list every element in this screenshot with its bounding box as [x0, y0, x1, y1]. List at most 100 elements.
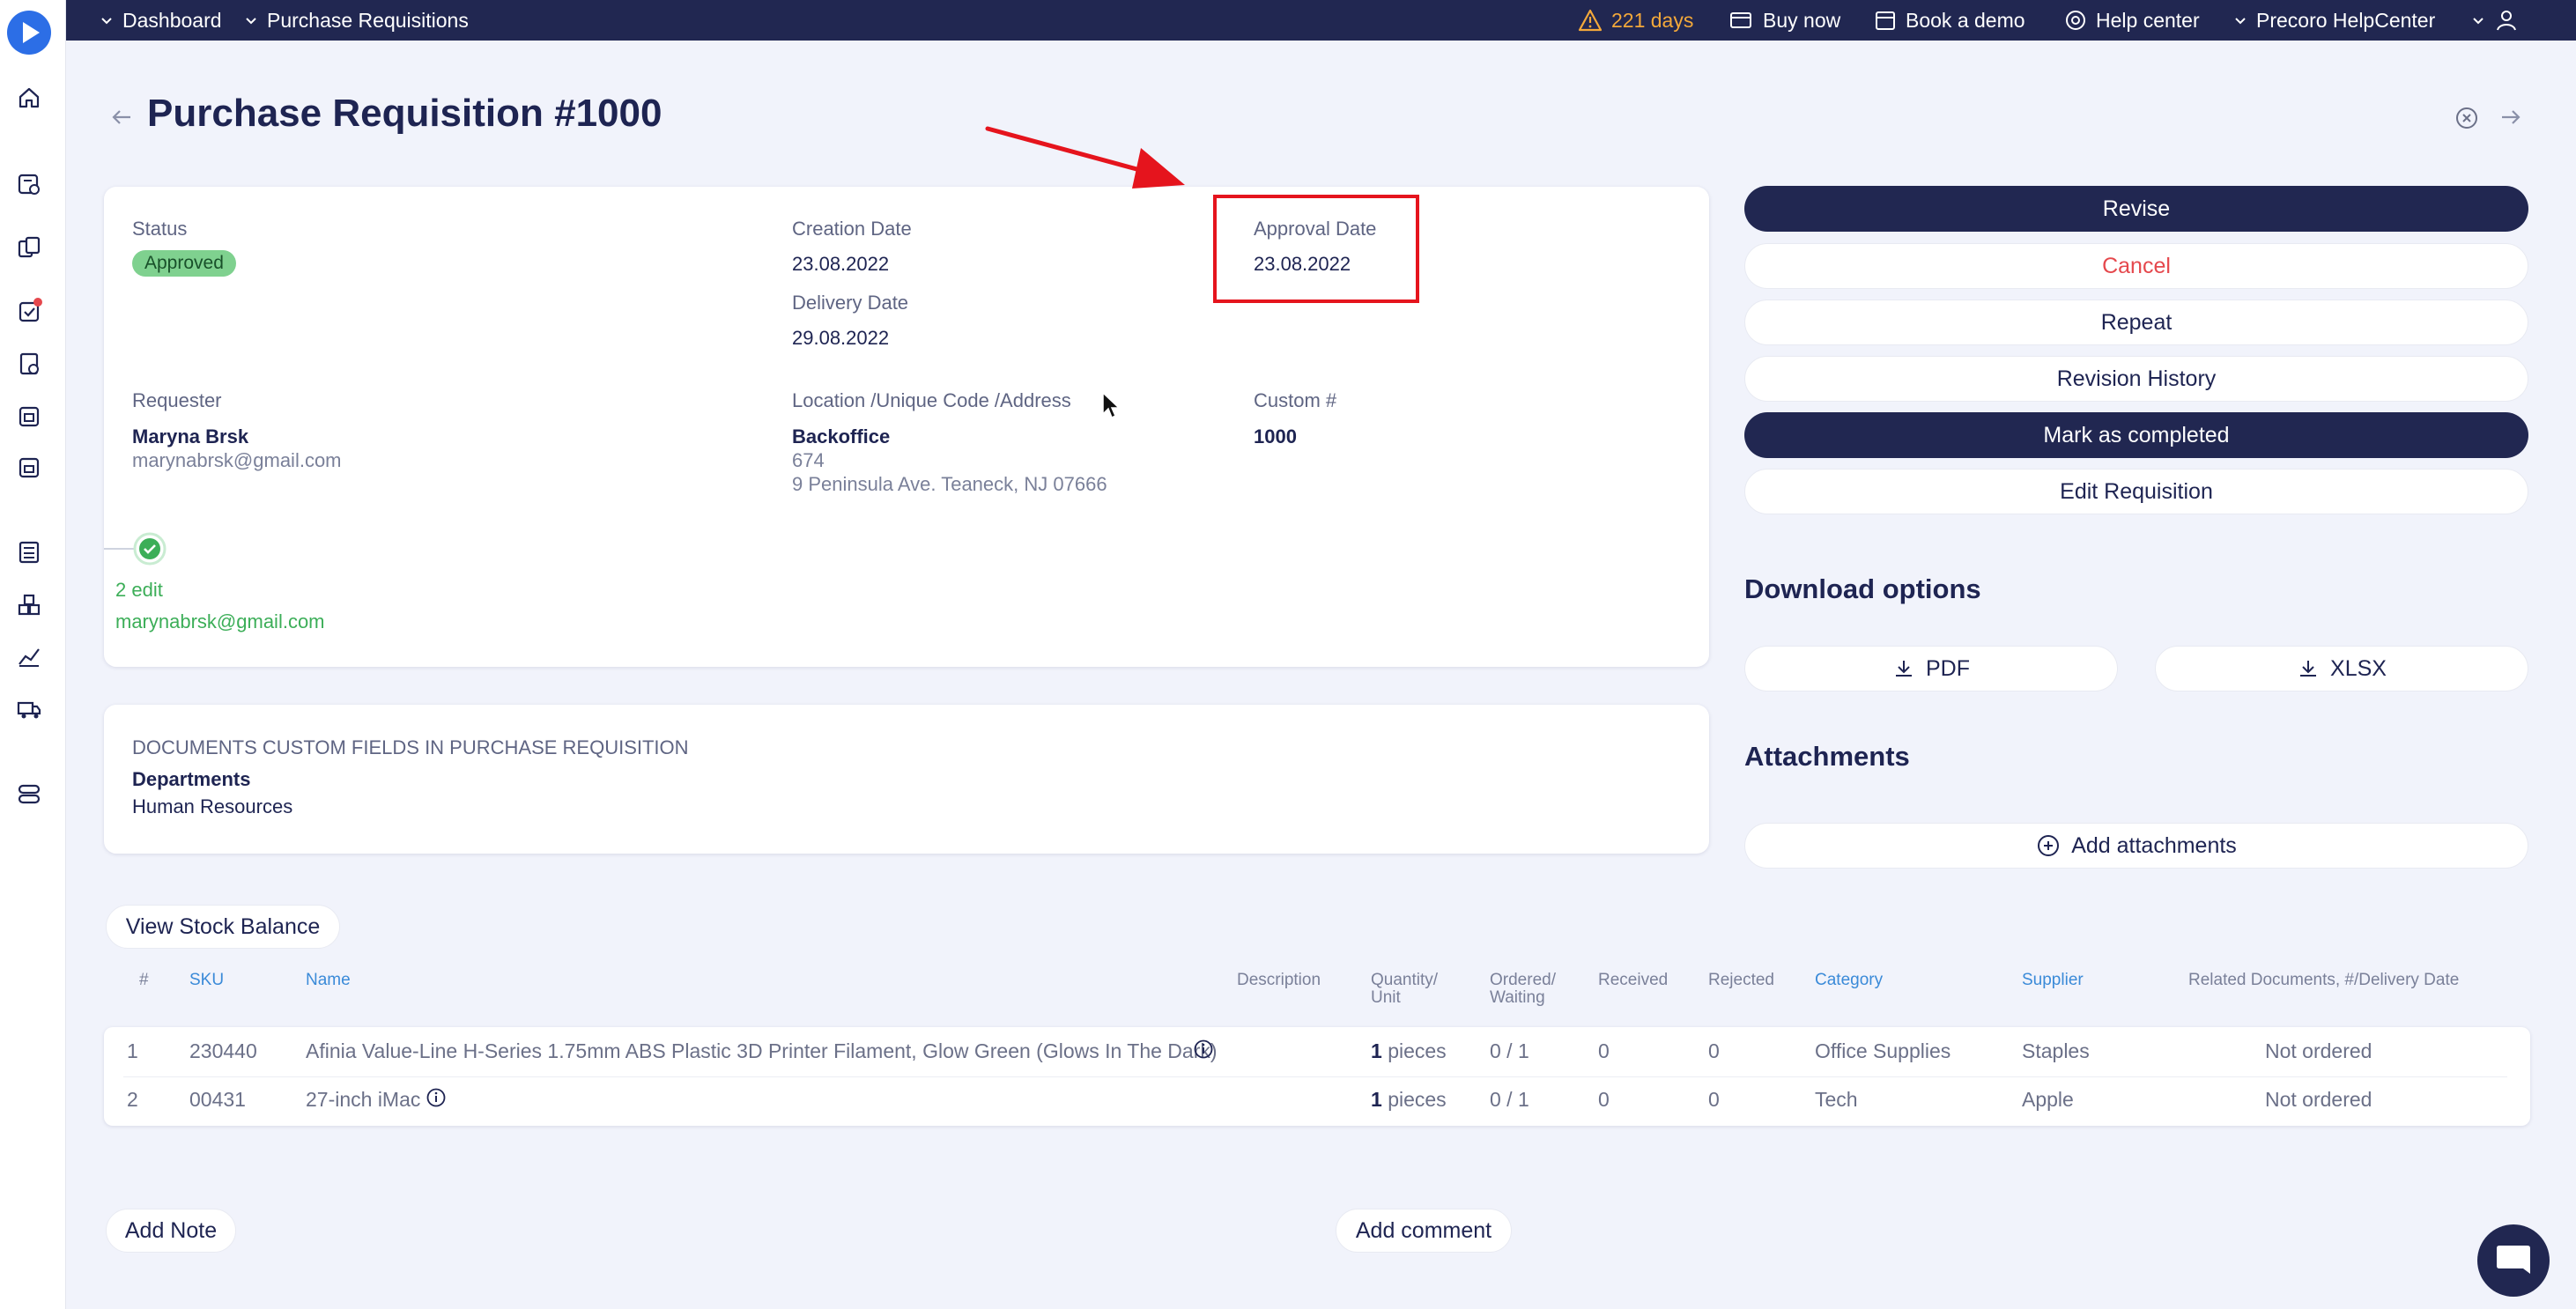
- breadcrumb-dashboard[interactable]: Dashboard: [100, 0, 222, 41]
- row-2-num: 2: [127, 1088, 138, 1111]
- col-name[interactable]: Name: [306, 972, 351, 989]
- row-2-rejected: 0: [1708, 1088, 1720, 1111]
- user-menu[interactable]: [2471, 0, 2519, 41]
- col-quantity: Quantity/Unit: [1371, 972, 1438, 1007]
- repeat-button[interactable]: Repeat: [1744, 300, 2528, 345]
- help-center-link[interactable]: Help center: [2064, 0, 2200, 41]
- close-icon[interactable]: [2454, 106, 2479, 135]
- book-demo-link[interactable]: Book a demo: [1874, 0, 2025, 41]
- plus-circle-icon: [2038, 835, 2060, 856]
- lifebuoy-icon: [2066, 11, 2085, 30]
- help-center-label: Help center: [2096, 8, 2200, 32]
- location-code: 674: [792, 449, 825, 471]
- info-icon[interactable]: [426, 1087, 447, 1113]
- add-note-button[interactable]: Add Note: [106, 1209, 236, 1253]
- company-switcher[interactable]: Precoro HelpCenter: [2233, 0, 2435, 41]
- chevron-down-icon: [101, 18, 112, 25]
- user-icon: [2497, 11, 2516, 31]
- row-divider: [123, 1076, 2507, 1077]
- chevron-down-icon: [2473, 18, 2483, 25]
- settings-icon[interactable]: [16, 780, 42, 807]
- row-1-rejected: 0: [1708, 1039, 1720, 1062]
- custom-fields-card: [104, 705, 1709, 854]
- col-description: Description: [1237, 971, 1321, 989]
- col-quantity-line2: Unit: [1371, 988, 1401, 1007]
- next-arrow-icon[interactable]: [2498, 106, 2523, 133]
- invoices-icon[interactable]: [16, 351, 42, 377]
- download-xlsx-label: XLSX: [2330, 655, 2387, 681]
- row-1-ordered: 0 / 1: [1490, 1039, 1529, 1062]
- approval-step-name: 2 edit: [115, 579, 163, 601]
- location-label: Location /Unique Code /Address: [792, 389, 1071, 411]
- download-pdf-button[interactable]: PDF: [1744, 646, 2118, 691]
- custom-number-label: Custom #: [1254, 389, 1337, 411]
- payments-icon[interactable]: [16, 455, 42, 481]
- approved-check-icon: [133, 532, 167, 570]
- precoro-logo[interactable]: [7, 11, 51, 55]
- custom-number-value: 1000: [1254, 425, 1297, 447]
- add-comment-button[interactable]: Add comment: [1336, 1209, 1512, 1253]
- chat-launcher-button[interactable]: [2477, 1224, 2550, 1297]
- top-bar: Dashboard Purchase Requisitions 221 days…: [66, 0, 2576, 41]
- col-category[interactable]: Category: [1815, 972, 1883, 989]
- suppliers-icon[interactable]: [16, 696, 42, 722]
- requester-email: marynabrsk@gmail.com: [132, 449, 342, 471]
- col-quantity-line1: Quantity/: [1371, 971, 1439, 989]
- row-2-name[interactable]: 27-inch iMac: [306, 1088, 420, 1112]
- download-icon: [1896, 661, 1912, 677]
- card-icon: [1730, 12, 1751, 28]
- approval-date-highlight: [1213, 195, 1419, 303]
- notification-dot: [33, 298, 42, 307]
- view-stock-balance-button[interactable]: View Stock Balance: [106, 905, 340, 949]
- departments-label: Departments: [132, 768, 251, 790]
- home-icon[interactable]: [16, 85, 42, 111]
- col-supplier[interactable]: Supplier: [2022, 972, 2084, 989]
- row-1-received: 0: [1598, 1039, 1610, 1062]
- creation-date-label: Creation Date: [792, 218, 912, 240]
- col-num: #: [139, 971, 149, 989]
- row-1-name[interactable]: Afinia Value-Line H-Series 1.75mm ABS Pl…: [306, 1039, 1218, 1063]
- add-attachments-button[interactable]: Add attachments: [1744, 823, 2528, 869]
- info-icon[interactable]: [1193, 1039, 1214, 1064]
- revise-button[interactable]: Revise: [1744, 186, 2528, 232]
- row-2-qty: 1: [1371, 1088, 1382, 1111]
- status-label: Status: [132, 218, 188, 240]
- location-address: 9 Peninsula Ave. Teaneck, NJ 07666: [792, 473, 1107, 495]
- col-sku[interactable]: SKU: [189, 972, 224, 989]
- mark-completed-button[interactable]: Mark as completed: [1744, 412, 2528, 458]
- add-attachments-label: Add attachments: [2071, 832, 2237, 858]
- mouse-cursor-icon: [1101, 391, 1121, 425]
- requisitions-icon[interactable]: [16, 171, 42, 197]
- page-title: Purchase Requisition #1000: [147, 92, 663, 135]
- row-2-sku: 00431: [189, 1088, 246, 1111]
- inventory-icon[interactable]: [16, 592, 42, 618]
- breadcrumb-purchase-requisitions[interactable]: Purchase Requisitions: [244, 0, 469, 41]
- edit-requisition-button[interactable]: Edit Requisition: [1744, 469, 2528, 514]
- details-card: [104, 187, 1709, 667]
- col-ordered-line2: Waiting: [1490, 988, 1545, 1007]
- attachments-heading: Attachments: [1744, 741, 1910, 772]
- purchase-orders-icon[interactable]: [16, 234, 42, 261]
- buy-now-link[interactable]: Buy now: [1729, 0, 1840, 41]
- row-2-quantity: 1 pieces: [1371, 1088, 1447, 1112]
- breadcrumb-pr-label: Purchase Requisitions: [267, 8, 469, 32]
- row-2-category: Tech: [1815, 1088, 1858, 1111]
- breadcrumb-dashboard-label: Dashboard: [122, 8, 222, 32]
- trial-indicator[interactable]: 221 days: [1578, 0, 1693, 41]
- download-xlsx-button[interactable]: XLSX: [2155, 646, 2528, 691]
- buy-now-label: Buy now: [1763, 8, 1841, 32]
- receipts-icon[interactable]: [16, 403, 42, 430]
- sidebar: [0, 0, 66, 1309]
- approver-email: marynabrsk@gmail.com: [115, 610, 325, 632]
- chevron-down-icon: [246, 18, 256, 25]
- budgets-icon[interactable]: [16, 539, 42, 566]
- delivery-date-value: 29.08.2022: [792, 327, 890, 349]
- back-arrow-icon[interactable]: [109, 106, 134, 133]
- col-related-documents: Related Documents, #/Delivery Date: [2188, 971, 2460, 989]
- analytics-icon[interactable]: [16, 643, 42, 669]
- cancel-button[interactable]: Cancel: [1744, 243, 2528, 289]
- revision-history-button[interactable]: Revision History: [1744, 356, 2528, 402]
- row-1-qty: 1: [1371, 1039, 1382, 1062]
- calendar-icon: [1876, 11, 1895, 30]
- status-badge: Approved: [132, 250, 236, 277]
